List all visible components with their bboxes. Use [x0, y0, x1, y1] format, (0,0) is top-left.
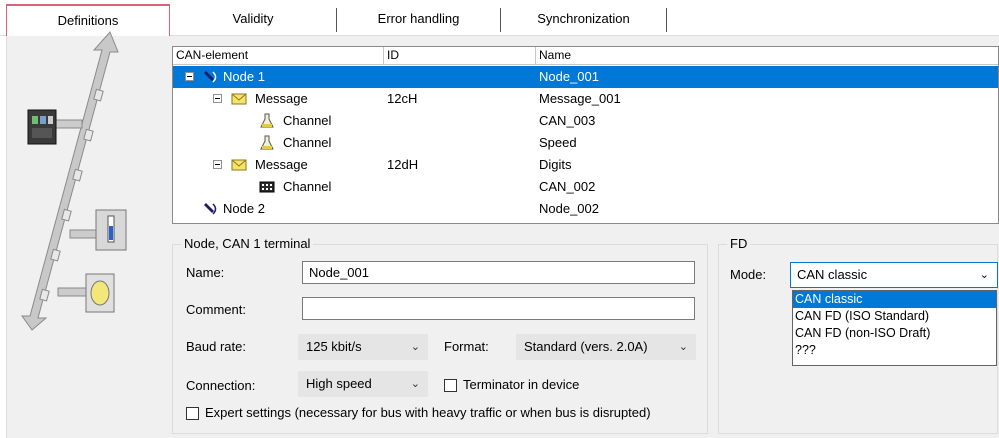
tree-label: Message [255, 157, 308, 172]
node-group-title: Node, CAN 1 terminal [181, 236, 314, 251]
tree-name: Message_001 [539, 91, 621, 106]
tree-row-message[interactable]: Message 12dH Digits [173, 154, 998, 176]
column-name[interactable]: Name [536, 47, 998, 65]
collapse-icon[interactable] [213, 160, 222, 169]
chevron-down-icon: ⌄ [678, 341, 688, 353]
fd-mode-value: CAN classic [797, 267, 868, 282]
connection-value: High speed [306, 376, 372, 391]
tree-label: Message [255, 91, 308, 106]
tree-name: Node_002 [539, 201, 599, 216]
tree-id: 12dH [387, 157, 419, 172]
tree-label: Channel [283, 179, 332, 194]
tree-id: 12cH [387, 91, 418, 106]
fd-mode-dropdown[interactable]: CAN classic CAN FD (ISO Standard) CAN FD… [792, 290, 997, 366]
expert-settings-checkbox[interactable] [186, 407, 199, 420]
tree-name: Node_001 [539, 69, 599, 84]
tree-label: Node 2 [223, 201, 265, 216]
tree-row-node-1[interactable]: Node 1 Node_001 [173, 66, 998, 88]
tree-name: Digits [539, 157, 572, 172]
tab-validity[interactable]: Validity [170, 8, 337, 32]
collapse-icon[interactable] [213, 94, 222, 103]
baud-rate-value: 125 kbit/s [306, 339, 362, 354]
tree-name: Speed [539, 135, 577, 150]
expert-settings-label: Expert settings (necessary for bus with … [205, 405, 651, 420]
tree-header: CAN-element ID Name [173, 47, 998, 65]
chevron-down-icon: ⌄ [979, 269, 989, 281]
fd-mode-label: Mode: [730, 267, 767, 282]
fd-option-can-fd-iso[interactable]: CAN FD (ISO Standard) [793, 308, 996, 325]
envelope-icon [231, 159, 247, 171]
fd-option-unknown[interactable]: ??? [793, 342, 996, 359]
tree-label: Channel [283, 113, 332, 128]
fd-option-can-classic[interactable]: CAN classic [793, 291, 996, 308]
connection-label: Connection: [186, 378, 256, 393]
comment-label: Comment: [186, 302, 246, 317]
tree-row-node-2[interactable]: Node 2 Node_002 [173, 198, 998, 220]
node-icon [204, 203, 217, 215]
tab-synchronization[interactable]: Synchronization [501, 8, 667, 32]
format-value: Standard (vers. 2.0A) [524, 339, 648, 354]
name-input[interactable]: Node_001 [302, 261, 695, 284]
tree-row-channel[interactable]: Channel Speed [173, 132, 998, 154]
chevron-down-icon: ⌄ [410, 378, 420, 390]
node-icon [204, 71, 217, 83]
can-element-tree[interactable]: CAN-element ID Name Node 1 Node_001 Mess… [172, 46, 999, 224]
fd-option-can-fd-non-iso[interactable]: CAN FD (non-ISO Draft) [793, 325, 996, 342]
format-label: Format: [444, 339, 489, 354]
fd-mode-select[interactable]: CAN classic ⌄ [790, 262, 998, 288]
column-can-element[interactable]: CAN-element [173, 47, 384, 65]
tree-label: Channel [283, 135, 332, 150]
tree-name: CAN_003 [539, 113, 596, 128]
chevron-down-icon: ⌄ [410, 341, 420, 353]
display-icon [259, 181, 275, 193]
connection-select[interactable]: High speed ⌄ [298, 371, 428, 397]
flask-icon [260, 135, 274, 150]
format-select[interactable]: Standard (vers. 2.0A) ⌄ [516, 334, 696, 360]
comment-input[interactable] [302, 297, 695, 320]
column-id[interactable]: ID [384, 47, 536, 65]
baud-rate-label: Baud rate: [186, 339, 246, 354]
tree-name: CAN_002 [539, 179, 596, 194]
tree-row-message[interactable]: Message 12cH Message_001 [173, 88, 998, 110]
terminator-label: Terminator in device [463, 377, 580, 392]
name-label: Name: [186, 265, 225, 280]
baud-rate-select[interactable]: 125 kbit/s ⌄ [298, 334, 428, 360]
collapse-icon[interactable] [185, 72, 194, 81]
tree-row-channel[interactable]: Channel CAN_003 [173, 110, 998, 132]
tree-label: Node 1 [223, 69, 265, 84]
envelope-icon [231, 93, 247, 105]
tab-error-handling[interactable]: Error handling [337, 8, 501, 32]
flask-icon [260, 113, 274, 128]
can-bus-illustration-icon [21, 31, 127, 331]
fd-group-title: FD [727, 236, 751, 251]
tree-row-channel[interactable]: Channel CAN_002 [173, 176, 998, 198]
terminator-checkbox[interactable] [444, 379, 457, 392]
